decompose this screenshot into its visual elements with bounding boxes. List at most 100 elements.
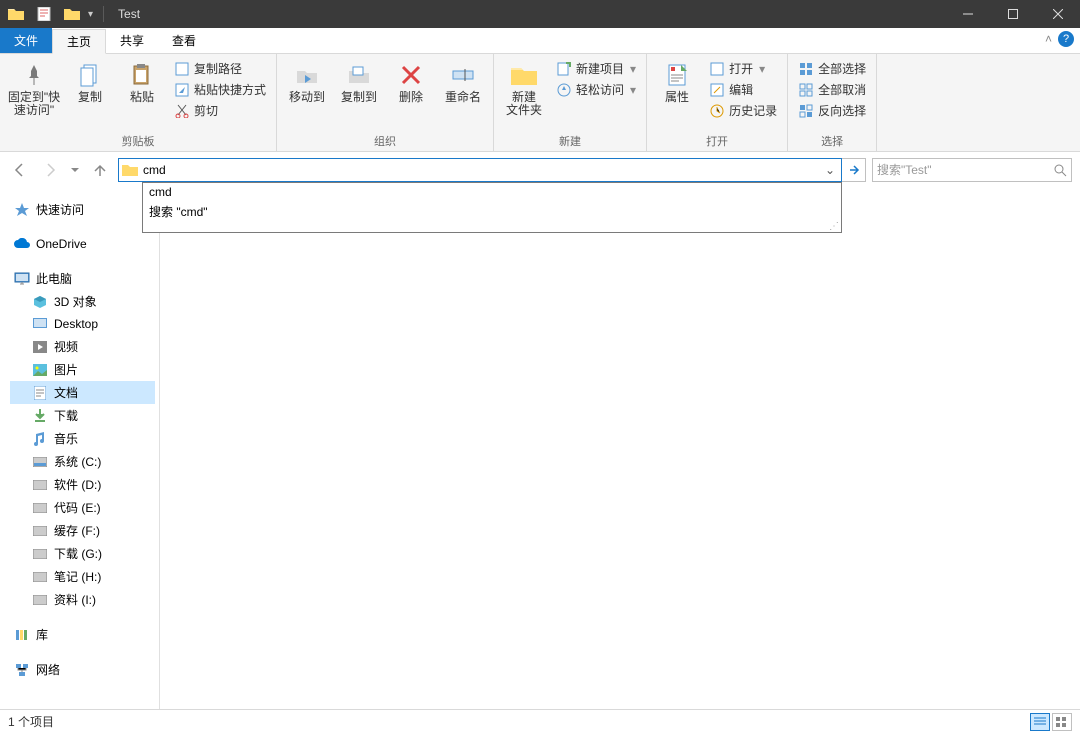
recent-dropdown[interactable] xyxy=(68,158,82,182)
selectnone-icon xyxy=(798,82,814,98)
qat-newfolder-icon[interactable] xyxy=(64,6,80,22)
sidebar-3dobjects[interactable]: 3D 对象 xyxy=(10,290,155,313)
monitor-icon xyxy=(14,271,30,287)
sidebar-documents[interactable]: 文档 xyxy=(10,381,155,404)
close-button[interactable] xyxy=(1035,0,1080,28)
delete-icon xyxy=(397,61,425,89)
tab-home[interactable]: 主页 xyxy=(52,29,106,54)
cut-button[interactable]: 剪切 xyxy=(170,101,270,120)
newfolder-button[interactable]: 新建 文件夹 xyxy=(500,57,548,117)
edit-icon xyxy=(709,82,725,98)
properties-icon xyxy=(663,61,691,89)
address-input[interactable] xyxy=(139,159,821,181)
icons-view-button[interactable] xyxy=(1052,713,1072,731)
ribbon-group-open: 属性 打开▾ 编辑 历史记录 打开 xyxy=(647,54,788,151)
easyaccess-icon xyxy=(556,82,572,98)
search-box[interactable] xyxy=(872,158,1072,182)
invertselect-button[interactable]: 反向选择 xyxy=(794,101,870,120)
sidebar-drive-g[interactable]: 下载 (G:) xyxy=(10,542,155,565)
tab-file[interactable]: 文件 xyxy=(0,28,52,53)
desktop-icon xyxy=(32,316,48,332)
ribbon-collapse-icon[interactable]: ˄ xyxy=(1045,32,1052,46)
sidebar-drive-c[interactable]: 系统 (C:) xyxy=(10,450,155,473)
sidebar-pictures[interactable]: 图片 xyxy=(10,358,155,381)
pasteshortcut-icon xyxy=(174,82,190,98)
newitem-button[interactable]: 新建项目▾ xyxy=(552,59,640,78)
delete-button[interactable]: 删除 xyxy=(387,57,435,104)
maximize-button[interactable] xyxy=(990,0,1035,28)
paste-button[interactable]: 粘贴 xyxy=(118,57,166,120)
sidebar-onedrive[interactable]: OneDrive xyxy=(10,233,155,255)
selectall-button[interactable]: 全部选择 xyxy=(794,59,870,78)
address-bar[interactable]: ⌄ xyxy=(118,158,842,182)
qat-properties-icon[interactable] xyxy=(36,6,52,22)
sidebar-downloads[interactable]: 下载 xyxy=(10,404,155,427)
open-button[interactable]: 打开▾ xyxy=(705,59,781,78)
tab-view[interactable]: 查看 xyxy=(158,28,210,53)
newitem-icon xyxy=(556,61,572,77)
drive-icon xyxy=(32,523,48,539)
copy-button[interactable]: 复制 xyxy=(66,57,114,120)
autocomplete-resize-grip[interactable]: ⋰ xyxy=(829,221,839,232)
search-icon[interactable] xyxy=(1053,163,1067,177)
tab-share[interactable]: 共享 xyxy=(106,28,158,53)
forward-button[interactable] xyxy=(38,158,62,182)
sidebar-thispc[interactable]: 此电脑 xyxy=(10,267,155,290)
selectall-icon xyxy=(798,61,814,77)
newfolder-label: 新建 文件夹 xyxy=(506,91,542,117)
sidebar-videos[interactable]: 视频 xyxy=(10,335,155,358)
copyto-icon xyxy=(345,61,373,89)
status-item-count: 1 个项目 xyxy=(8,713,54,730)
app-icon xyxy=(8,6,24,22)
edit-button[interactable]: 编辑 xyxy=(705,80,781,99)
sidebar-music[interactable]: 音乐 xyxy=(10,427,155,450)
drive-icon xyxy=(32,477,48,493)
help-icon[interactable]: ? xyxy=(1058,31,1074,47)
sidebar-drive-d[interactable]: 软件 (D:) xyxy=(10,473,155,496)
search-input[interactable] xyxy=(877,163,1053,177)
drive-icon xyxy=(32,569,48,585)
qat-dropdown-icon[interactable]: ▾ xyxy=(88,9,93,20)
qat-divider xyxy=(103,6,104,22)
rename-label: 重命名 xyxy=(445,91,481,104)
music-icon xyxy=(32,431,48,447)
file-list-area[interactable] xyxy=(160,188,1080,709)
rename-icon xyxy=(449,61,477,89)
back-button[interactable] xyxy=(8,158,32,182)
moveto-button[interactable]: 移动到 xyxy=(283,57,331,104)
sidebar-network[interactable]: 网络 xyxy=(10,658,155,681)
open-group-label: 打开 xyxy=(653,131,781,149)
navigation-bar: ⌄ cmd 搜索 "cmd" ⋰ xyxy=(0,152,1080,188)
easyaccess-button[interactable]: 轻松访问▾ xyxy=(552,80,640,99)
address-dropdown-icon[interactable]: ⌄ xyxy=(821,163,839,177)
copypath-button[interactable]: 复制路径 xyxy=(170,59,270,78)
sidebar-libraries[interactable]: 库 xyxy=(10,623,155,646)
sidebar-drive-e[interactable]: 代码 (E:) xyxy=(10,496,155,519)
up-button[interactable] xyxy=(88,158,112,182)
sidebar-drive-i[interactable]: 资料 (I:) xyxy=(10,588,155,611)
copyto-button[interactable]: 复制到 xyxy=(335,57,383,104)
details-view-button[interactable] xyxy=(1030,713,1050,731)
address-go-button[interactable] xyxy=(842,158,866,182)
minimize-button[interactable] xyxy=(945,0,990,28)
pasteshortcut-button[interactable]: 粘贴快捷方式 xyxy=(170,80,270,99)
pin-button[interactable]: 固定到"快 速访问" xyxy=(6,57,62,120)
pin-icon xyxy=(20,61,48,89)
selectnone-button[interactable]: 全部取消 xyxy=(794,80,870,99)
rename-button[interactable]: 重命名 xyxy=(439,57,487,104)
sidebar-desktop[interactable]: Desktop xyxy=(10,313,155,335)
history-button[interactable]: 历史记录 xyxy=(705,101,781,120)
sidebar-quickaccess[interactable]: 快速访问 xyxy=(10,198,155,221)
new-group-label: 新建 xyxy=(500,131,640,149)
history-icon xyxy=(709,103,725,119)
select-group-label: 选择 xyxy=(794,131,870,149)
sidebar-drive-h[interactable]: 笔记 (H:) xyxy=(10,565,155,588)
properties-button[interactable]: 属性 xyxy=(653,57,701,120)
autocomplete-item[interactable]: 搜索 "cmd" xyxy=(143,201,841,222)
cut-icon xyxy=(174,103,190,119)
status-bar: 1 个项目 xyxy=(0,709,1080,733)
ribbon-tabs: 文件 主页 共享 查看 ˄ ? xyxy=(0,28,1080,54)
sidebar-drive-f[interactable]: 缓存 (F:) xyxy=(10,519,155,542)
autocomplete-item[interactable]: cmd xyxy=(143,183,841,201)
cloud-icon xyxy=(14,236,30,252)
